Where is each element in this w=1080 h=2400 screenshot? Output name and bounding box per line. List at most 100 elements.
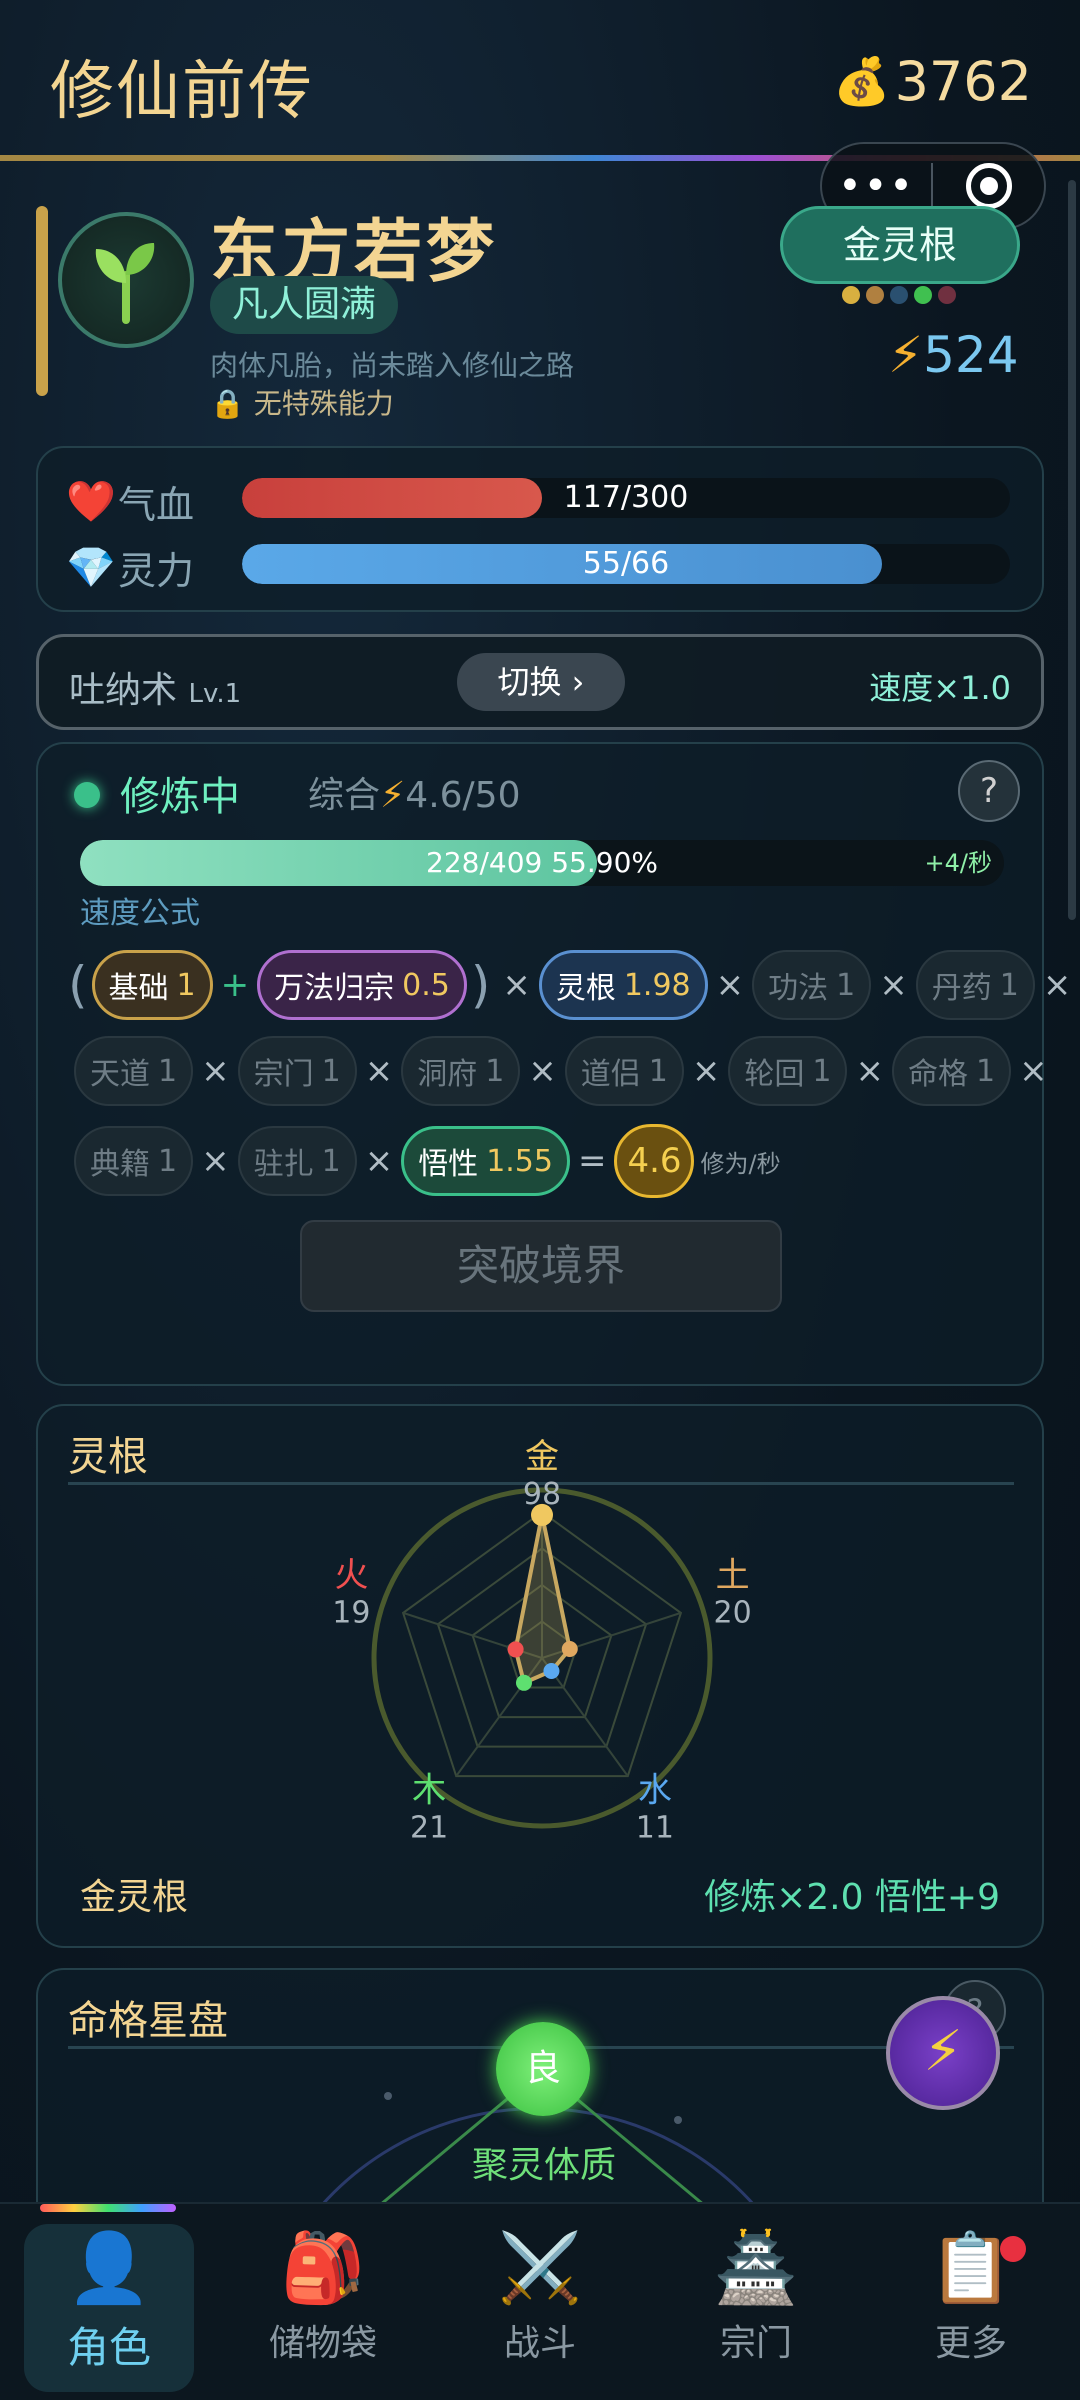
times-operator: × — [502, 965, 531, 1005]
fate-node[interactable]: 良 — [496, 2022, 590, 2116]
special-ability: 🔒 无特殊能力 — [210, 382, 394, 422]
app-title: 修仙前传 — [50, 55, 314, 129]
lightning-icon: ⚡ — [888, 326, 924, 384]
radar-value: 11 — [636, 1810, 674, 1845]
spirit-root-badge[interactable]: 金灵根 — [780, 206, 1020, 284]
tab-battle[interactable]: ⚔️ 战斗 — [455, 2224, 625, 2392]
spirit-root-radar: 金98 土20 水11 木21 火19 — [332, 1437, 752, 1845]
profile-accent-bar — [36, 206, 48, 396]
mp-row: 💎 灵力 — [66, 540, 236, 595]
radar-label: 金 — [525, 1437, 559, 1477]
switch-technique-button[interactable]: 切换 › — [457, 653, 625, 711]
technique-name: 吐纳术 Lv.1 — [69, 661, 241, 713]
tab-label: 宗门 — [719, 2323, 792, 2364]
times-operator: × — [1019, 1051, 1048, 1091]
hp-label: 气血 — [118, 483, 195, 527]
plus-operator: + — [220, 965, 250, 1005]
radar-value: 20 — [714, 1596, 752, 1631]
open-paren: ( — [68, 956, 88, 1014]
root-type: 金灵根 — [80, 1877, 189, 1918]
ability-text: 无特殊能力 — [253, 387, 394, 420]
tab-sect[interactable]: 🏯 宗门 — [671, 2224, 841, 2392]
radar-value: 19 — [332, 1596, 370, 1631]
money-bag-icon: 💰 — [833, 54, 891, 108]
stats-card: ❤️ 气血 117/300 💎 灵力 55/66 — [36, 446, 1044, 612]
radar-label: 火 — [334, 1556, 368, 1596]
scrollbar[interactable] — [1068, 180, 1076, 920]
factor-dongfu[interactable]: 洞府 1 — [401, 1036, 521, 1106]
tab-indicator — [40, 2204, 176, 2212]
lightning-icon: ⚡ — [380, 775, 406, 816]
earth-dot — [866, 286, 884, 304]
hp-row: ❤️ 气血 — [66, 474, 236, 529]
radar-label: 木 — [412, 1770, 446, 1810]
formula-row-2: 天道 1 × 宗门 1 × 洞府 1 × 道侣 1 × 轮回 1 × 命格 1 × — [74, 1036, 1056, 1106]
radar-label: 土 — [716, 1556, 750, 1596]
water-dot — [890, 286, 908, 304]
times-operator: × — [528, 1051, 557, 1091]
factor-gongfa[interactable]: 功法 1 — [752, 950, 872, 1020]
breakthrough-button[interactable]: 突破境界 — [300, 1220, 782, 1312]
radar-value: 21 — [410, 1810, 448, 1845]
fire-dot — [938, 286, 956, 304]
technique-bar: 吐纳术 Lv.1 切换 › 速度×1.0 — [36, 634, 1044, 730]
close-paren: ) — [470, 956, 491, 1014]
cultivation-status: 修炼中 — [120, 774, 240, 820]
result-unit: 修为/秒 — [700, 1149, 781, 1178]
sprout-icon — [95, 243, 155, 324]
element-dots — [842, 286, 956, 304]
avatar[interactable] — [58, 212, 194, 348]
factor-zongmen[interactable]: 宗门 1 — [237, 1036, 357, 1106]
backpack-icon: 🎒 — [280, 2229, 366, 2308]
hp-value: 117/300 — [563, 480, 689, 515]
hp-bar: 117/300 — [242, 478, 1010, 518]
factor-lunhui[interactable]: 轮回 1 — [728, 1036, 848, 1106]
lock-icon: 🔒 — [210, 387, 245, 420]
fate-node-name: 聚灵体质 — [472, 2145, 617, 2186]
diamond-icon: 💎 — [66, 545, 116, 591]
factor-wanfa[interactable]: 万法归宗 0.5 — [257, 950, 467, 1020]
factor-wuxing[interactable]: 悟性 1.55 — [401, 1126, 570, 1196]
times-operator: × — [364, 1051, 394, 1091]
radar-point — [543, 1662, 560, 1679]
times-operator: × — [364, 1141, 394, 1181]
root-effect: 修炼×2.0 悟性+9 — [704, 1877, 1000, 1918]
times-operator: × — [201, 1141, 230, 1181]
coin-amount: 3762 — [894, 50, 1032, 113]
factor-mingge[interactable]: 命格 1 — [891, 1036, 1012, 1106]
factor-zhuzha[interactable]: 驻扎 1 — [237, 1126, 357, 1196]
factor-base[interactable]: 基础 1 — [91, 950, 213, 1020]
factor-tiandao[interactable]: 天道 1 — [74, 1036, 194, 1106]
technique-level: Lv.1 — [188, 679, 242, 709]
metal-dot — [842, 286, 860, 304]
quick-action-button[interactable]: ⚡ — [886, 1996, 1000, 2110]
energy-counter: ⚡524 — [888, 326, 1019, 384]
factor-danyao[interactable]: 丹药 1 — [915, 950, 1035, 1020]
wood-dot — [914, 286, 932, 304]
status-dot — [74, 782, 100, 808]
tab-storage[interactable]: 🎒 储物袋 — [238, 2224, 408, 2392]
lightning-icon: ⚡ — [923, 2019, 963, 2084]
person-icon: 👤 — [66, 2229, 152, 2308]
overall-rating: 综合⚡4.6/50 — [308, 766, 521, 818]
mp-label: 灵力 — [118, 549, 195, 593]
tab-character[interactable]: 👤 角色 — [24, 2224, 194, 2392]
tab-label: 储物袋 — [268, 2323, 377, 2364]
tab-label: 更多 — [934, 2323, 1007, 2364]
crossed-swords-icon: ⚔️ — [497, 2229, 583, 2308]
formula-label: 速度公式 — [80, 896, 200, 931]
times-operator: × — [1042, 965, 1072, 1005]
times-operator: × — [691, 1051, 721, 1091]
radar-point — [515, 1674, 532, 1691]
factor-root[interactable]: 灵根 1.98 — [538, 950, 708, 1020]
tab-label: 角色 — [66, 2323, 151, 2372]
technique-title: 吐纳术 — [69, 670, 178, 711]
tab-more[interactable]: 📋 更多 — [886, 2224, 1056, 2392]
factor-daolv[interactable]: 道侣 1 — [564, 1036, 684, 1106]
radar-point — [507, 1641, 524, 1658]
formula-result: 4.6 — [614, 1124, 695, 1198]
profile-panel: 东方若梦 凡人圆满 肉体凡胎，尚未踏入修仙之路 🔒 无特殊能力 金灵根 ⚡524 — [32, 186, 1048, 420]
factor-dianji[interactable]: 典籍 1 — [74, 1126, 194, 1196]
clipboard-icon: 📋 — [928, 2229, 1014, 2308]
help-button[interactable]: ? — [958, 760, 1020, 822]
